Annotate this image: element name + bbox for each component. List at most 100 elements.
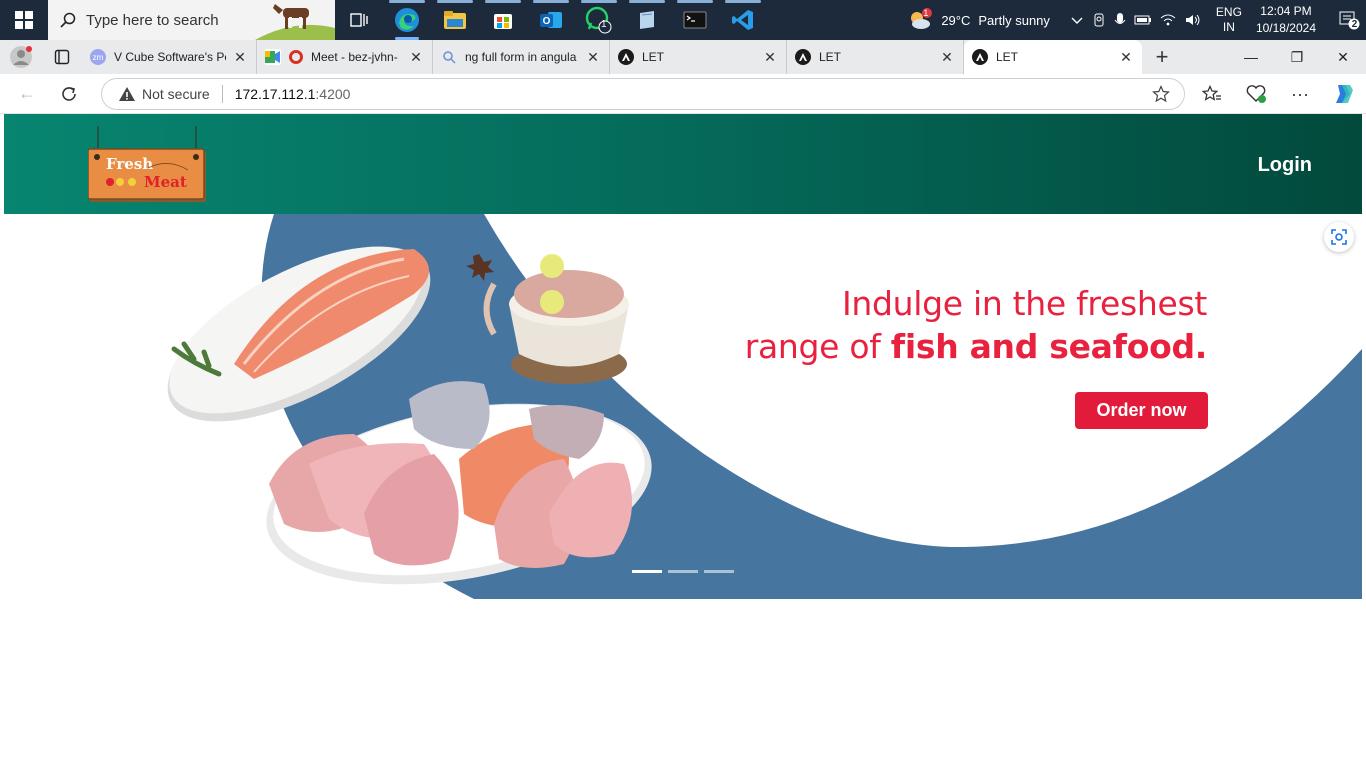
windows-logo-icon: [15, 11, 33, 29]
language-code: ENG: [1215, 5, 1242, 19]
weather-condition: Partly sunny: [978, 12, 1050, 28]
close-tab-icon[interactable]: ✕: [762, 49, 778, 66]
carousel-indicator[interactable]: [704, 570, 734, 573]
wifi-icon[interactable]: [1160, 13, 1176, 27]
fresh-meat-logo[interactable]: Fresh Meat: [88, 126, 208, 204]
angular-favicon-icon: [618, 49, 634, 65]
omnibox-divider: [221, 85, 223, 103]
close-tab-icon[interactable]: ✕: [585, 49, 601, 66]
taskbar-search-placeholder: Type here to search: [86, 11, 219, 29]
new-tab-button[interactable]: +: [1142, 40, 1182, 74]
vscode-icon: [732, 10, 753, 30]
copilot-button[interactable]: [1322, 74, 1366, 114]
taskbar-search-box[interactable]: Type here to search: [48, 0, 335, 40]
recording-icon: [289, 50, 303, 64]
restore-icon: ❐: [1290, 48, 1304, 65]
refresh-icon: [62, 86, 76, 101]
close-tab-icon[interactable]: ✕: [1118, 49, 1134, 66]
zoom-favicon-icon: zm: [90, 49, 106, 65]
taskbar-file-explorer-button[interactable]: [431, 0, 479, 40]
hero-headline: Indulge in the freshest range of fish an…: [745, 282, 1208, 368]
visual-search-icon: [1331, 229, 1347, 245]
warning-icon: [119, 87, 135, 101]
notification-center-button[interactable]: 2: [1332, 10, 1366, 30]
language-indicator[interactable]: ENG IN: [1216, 5, 1242, 35]
logo-text-fresh: Fresh: [106, 155, 153, 173]
weather-widget[interactable]: 1 29°C Partly sunny: [907, 8, 1050, 32]
partly-sunny-icon: [911, 8, 933, 29]
profile-button[interactable]: [0, 40, 42, 74]
weather-alert-badge: 1: [923, 8, 929, 18]
avatar-icon: [10, 46, 32, 68]
task-view-button[interactable]: [335, 0, 383, 40]
tab-actions-icon: [54, 49, 70, 65]
back-arrow-icon: ←: [18, 83, 36, 103]
close-icon: ✕: [1337, 48, 1349, 65]
headline-line-2-bold: fish and seafood.: [890, 327, 1208, 366]
taskbar-whatsapp-button[interactable]: 1: [575, 0, 623, 40]
tab-actions-button[interactable]: [42, 40, 82, 74]
microphone-icon[interactable]: [1114, 12, 1126, 28]
restore-button[interactable]: ❐: [1274, 40, 1320, 74]
speaker-icon[interactable]: [1184, 13, 1202, 27]
close-tab-icon[interactable]: ✕: [939, 49, 955, 66]
browser-tab[interactable]: LET ✕: [787, 40, 964, 74]
battery-icon[interactable]: [1134, 13, 1152, 27]
security-status: Not secure: [142, 86, 210, 102]
refresh-button[interactable]: [48, 74, 90, 114]
order-now-button[interactable]: Order now: [1075, 392, 1208, 429]
close-tab-icon[interactable]: ✕: [232, 49, 248, 66]
angular-favicon-icon: [972, 49, 988, 65]
headline-line-1: Indulge in the freshest: [841, 284, 1207, 323]
whatsapp-icon: [585, 6, 612, 34]
close-tab-icon[interactable]: ✕: [408, 49, 424, 66]
url-port: :4200: [315, 86, 351, 102]
browser-tab-strip: zm V Cube Software's Per ✕ Meet - bez-jv…: [0, 40, 1366, 74]
start-button[interactable]: [0, 0, 48, 40]
camera-icon[interactable]: [1092, 12, 1106, 28]
favorites-button[interactable]: [1190, 74, 1234, 114]
favorite-star-icon[interactable]: [1152, 85, 1170, 103]
browser-tab[interactable]: zm V Cube Software's Per ✕: [82, 40, 257, 74]
carousel-indicator[interactable]: [668, 570, 698, 573]
angular-favicon-icon: [795, 49, 811, 65]
search-favicon-icon: [441, 49, 457, 65]
logo-text-meat: Meat: [144, 173, 187, 191]
folder-icon: [444, 11, 466, 29]
browser-tab-active[interactable]: LET ✕: [964, 40, 1142, 74]
visual-search-button[interactable]: [1324, 222, 1354, 252]
system-clock[interactable]: 12:04 PM 10/18/2024: [1256, 3, 1316, 37]
web-page: Fresh Meat Login Indulge in the freshest…: [4, 114, 1362, 764]
login-link[interactable]: Login: [1258, 154, 1312, 177]
url-host: 172.17.112.1: [234, 86, 316, 102]
notes-icon: [640, 11, 654, 29]
minimize-icon: —: [1244, 49, 1258, 65]
browser-tab[interactable]: ng full form in angula ✕: [433, 40, 610, 74]
taskbar-edge-button[interactable]: [383, 0, 431, 40]
heart-pulse-icon: [1246, 85, 1266, 103]
taskbar-vscode-button[interactable]: [719, 0, 767, 40]
back-button[interactable]: ←: [6, 74, 48, 114]
carousel-indicator-active[interactable]: [632, 570, 662, 573]
task-view-icon: [350, 13, 368, 27]
svg-text:O: O: [543, 16, 551, 27]
taskbar-notes-button[interactable]: [623, 0, 671, 40]
browser-tab[interactable]: Meet - bez-jvhn- ✕: [257, 40, 433, 74]
close-window-button[interactable]: ✕: [1320, 40, 1366, 74]
tab-title: LET: [819, 50, 842, 64]
settings-menu-button[interactable]: ···: [1278, 74, 1322, 114]
minimize-button[interactable]: —: [1228, 40, 1274, 74]
search-highlight-okapi-icon: [255, 4, 335, 40]
chevron-up-icon[interactable]: [1070, 13, 1084, 27]
microsoft-store-icon: [494, 14, 512, 29]
plus-icon: +: [1155, 44, 1169, 69]
tab-title: ng full form in angula: [465, 50, 577, 64]
browser-tab[interactable]: LET ✕: [610, 40, 787, 74]
tab-title: Meet - bez-jvhn-: [311, 50, 398, 64]
taskbar-terminal-button[interactable]: [671, 0, 719, 40]
taskbar-store-button[interactable]: [479, 0, 527, 40]
taskbar-outlook-button[interactable]: O: [527, 0, 575, 40]
address-bar[interactable]: Not secure 172.17.112.1:4200: [101, 78, 1185, 110]
site-header: Fresh Meat Login: [4, 114, 1362, 214]
browser-essentials-button[interactable]: [1234, 74, 1278, 114]
